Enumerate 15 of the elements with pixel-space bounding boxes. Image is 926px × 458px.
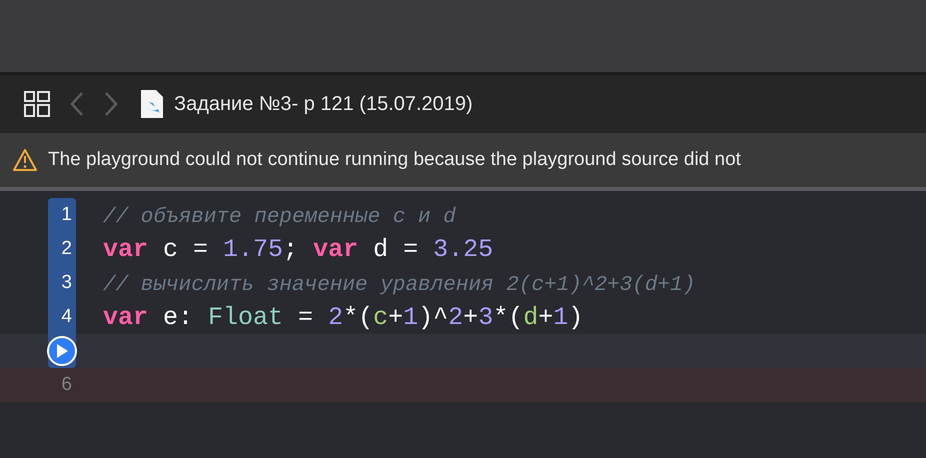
- file-icon: [140, 89, 164, 119]
- warning-icon: [12, 148, 38, 172]
- warning-message: The playground could not continue running because the playground source did not: [48, 149, 741, 171]
- line-number: 4: [61, 306, 73, 328]
- line-number: 2: [61, 238, 73, 260]
- code-line: // объявите переменные c и d: [103, 204, 456, 230]
- line-number: 3: [61, 272, 73, 294]
- line-number: 6: [61, 374, 73, 396]
- code-line: var c = 1.75; var d = 3.25: [103, 234, 494, 264]
- grid-icon[interactable]: [24, 91, 50, 117]
- file-title: Задание №3- p 121 (15.07.2019): [174, 92, 473, 116]
- code-line: var e: Float = 2*(c+1)^2+3*(d+1): [103, 302, 584, 332]
- code-line: // вычислить значение уравления 2(c+1)^2+3(d+1): [103, 272, 696, 298]
- line-number: 1: [61, 204, 73, 226]
- play-icon: [56, 344, 68, 358]
